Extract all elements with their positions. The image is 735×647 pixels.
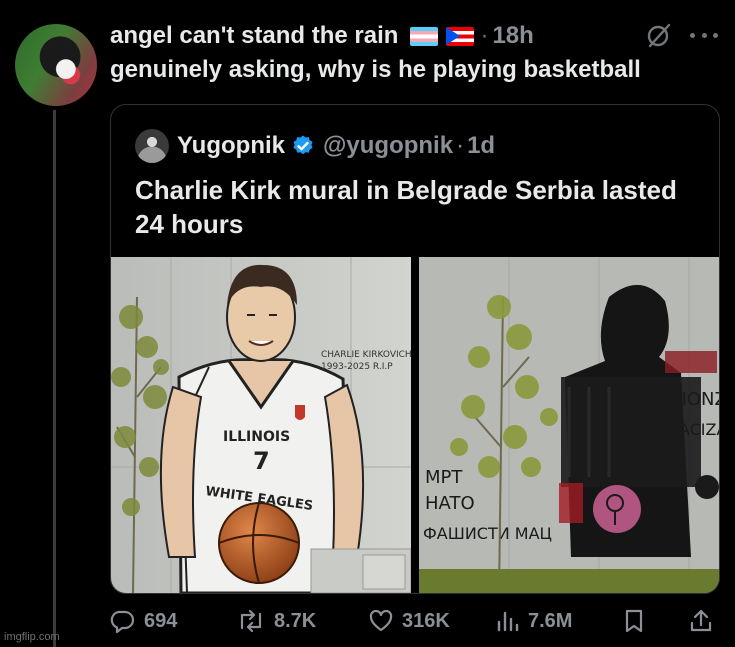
- bookmark-icon: [625, 609, 643, 633]
- tweet-text: genuinely asking, why is he playing bask…: [110, 56, 641, 83]
- mural-before-image[interactable]: ILLINOIS 7 WHITE EAGLES CHARLIE KIRKOVIC…: [111, 257, 411, 593]
- action-bar: 694 8.7K 316K 7.6M: [0, 600, 735, 644]
- quoted-author-name[interactable]: Yugopnik: [177, 132, 285, 160]
- jersey-text-illinois: ILLINOIS: [223, 429, 290, 445]
- like-icon: [369, 609, 393, 632]
- quoted-text: Charlie Kirk mural in Belgrade Serbia la…: [135, 175, 677, 239]
- transgender-flag-icon: [410, 26, 439, 46]
- thread-line: [53, 110, 56, 647]
- views-icon: [497, 611, 519, 632]
- tweet[interactable]: angel can't stand the rain · 18h genuine…: [0, 0, 735, 647]
- quoted-header: Yugopnik @yugopnik · 1d: [177, 129, 495, 163]
- views-button[interactable]: 7.6M: [494, 608, 572, 634]
- puerto-rico-flag-icon: [446, 26, 475, 46]
- graffiti-naciza: NACIZA: [667, 420, 720, 439]
- separator-dot: ·: [456, 132, 465, 159]
- share-icon: [690, 609, 712, 632]
- reply-icon: [110, 610, 135, 634]
- tweet-header: angel can't stand the rain · 18h: [110, 18, 534, 54]
- tweet-time[interactable]: 18h: [492, 22, 533, 50]
- avatar[interactable]: [15, 24, 97, 106]
- verified-icon: [293, 135, 313, 155]
- quoted-handle[interactable]: @yugopnik: [323, 132, 453, 160]
- view-count: 7.6M: [528, 609, 573, 632]
- repost-count: 8.7K: [274, 609, 317, 632]
- like-button[interactable]: 316K: [368, 608, 450, 634]
- quoted-avatar[interactable]: [135, 129, 169, 163]
- jersey-number: 7: [253, 447, 270, 475]
- separator-dot: ·: [480, 22, 489, 49]
- bookmark-button[interactable]: [622, 608, 646, 634]
- mural-caption-name: CHARLIE KIRKOVICH: [321, 350, 411, 360]
- mural-after-image[interactable]: CIONZ NACIZA MPT HATO ФАШИСТИ МАЦ: [419, 257, 720, 593]
- mural-caption-dates: 1993-2025 R.I.P: [321, 362, 393, 372]
- reply-button[interactable]: 694: [110, 608, 177, 634]
- watermark: imgflip.com: [4, 631, 60, 643]
- like-count: 316K: [402, 609, 450, 632]
- reply-count: 694: [144, 609, 178, 632]
- graffiti-hato: HATO: [425, 493, 475, 514]
- quoted-time[interactable]: 1d: [467, 132, 495, 160]
- graffiti-mpt: MPT: [425, 467, 463, 488]
- quoted-tweet[interactable]: Yugopnik @yugopnik · 1d Charlie Kirk mur…: [110, 104, 720, 594]
- more-icon[interactable]: [690, 30, 718, 40]
- grok-icon[interactable]: [646, 22, 672, 48]
- repost-icon: [240, 609, 262, 633]
- share-button[interactable]: [688, 608, 714, 634]
- author-name[interactable]: angel can't stand the rain: [110, 22, 398, 50]
- graffiti-fasisti: ФАШИСТИ МАЦ: [423, 524, 552, 543]
- repost-button[interactable]: 8.7K: [236, 608, 316, 634]
- graffiti-cionz: CIONZ: [669, 389, 720, 410]
